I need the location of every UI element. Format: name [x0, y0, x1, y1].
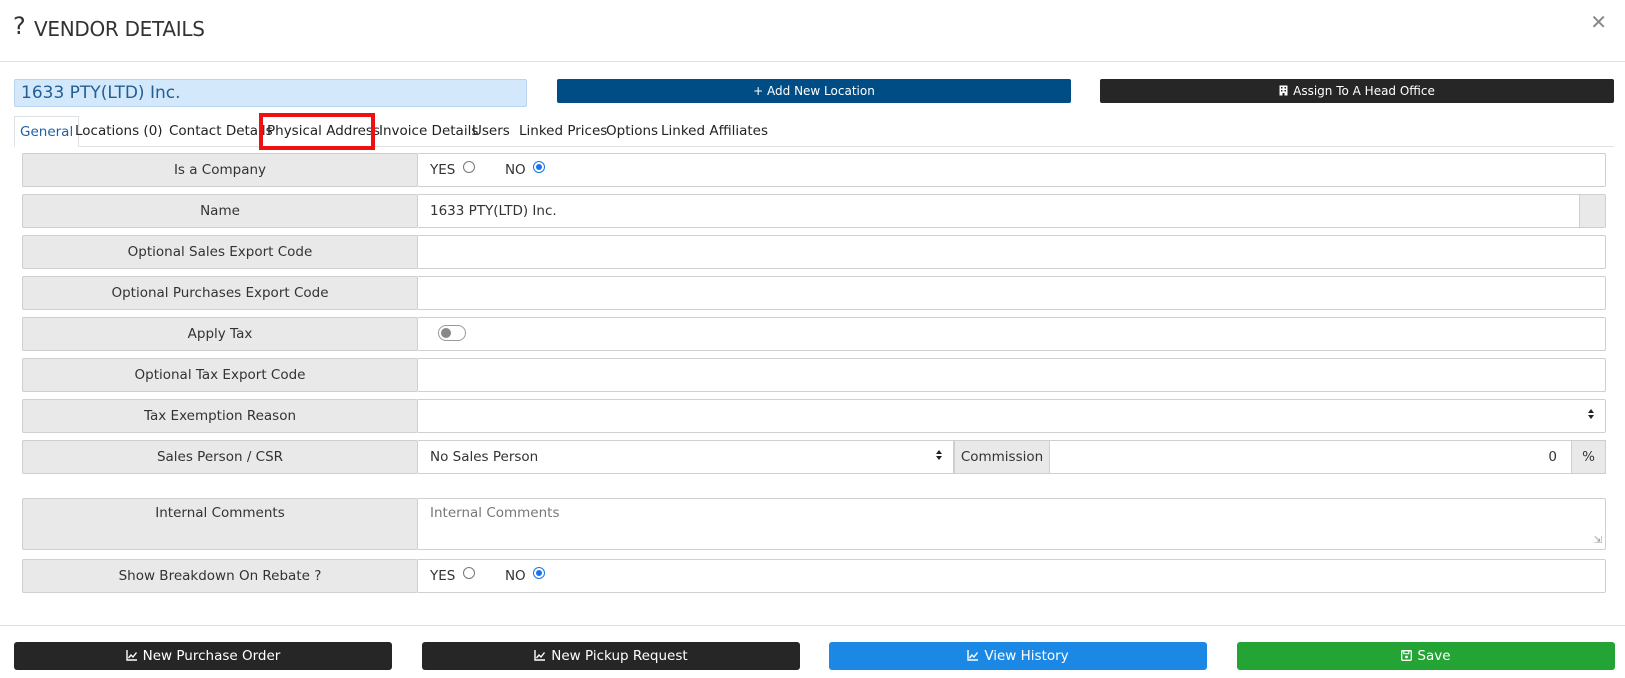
name-label: Name	[22, 194, 418, 228]
show-breakdown-no-radio[interactable]	[532, 567, 545, 579]
row-sales-export-code: Optional Sales Export Code	[22, 235, 1606, 269]
sales-export-code-label: Optional Sales Export Code	[22, 235, 418, 269]
internal-comments-label: Internal Comments	[22, 498, 418, 550]
row-tax-export-code: Optional Tax Export Code	[22, 358, 1606, 392]
tab-linked-prices[interactable]: Linked Prices	[514, 116, 612, 147]
tab-linked-affiliates[interactable]: Linked Affiliates	[656, 116, 773, 147]
select-arrows-icon	[935, 441, 943, 473]
tab-users[interactable]: Users	[467, 116, 515, 147]
chart-line-icon	[534, 642, 546, 670]
view-history-label: View History	[984, 648, 1069, 664]
save-icon	[1401, 642, 1413, 670]
sales-person-label: Sales Person / CSR	[22, 440, 418, 474]
tax-export-code-label: Optional Tax Export Code	[22, 358, 418, 392]
assign-head-office-button[interactable]: Assign To A Head Office	[1100, 79, 1614, 103]
new-purchase-order-button[interactable]: New Purchase Order	[14, 642, 392, 670]
dialog-title: VENDOR DETAILS	[34, 17, 205, 41]
dialog-header: ? VENDOR DETAILS ✕	[0, 0, 1625, 62]
row-show-breakdown: Show Breakdown On Rebate ? YES NO	[22, 559, 1606, 593]
internal-comments-placeholder: Internal Comments	[430, 505, 560, 521]
tax-exemption-reason-select[interactable]	[418, 399, 1606, 433]
assign-head-office-label: Assign To A Head Office	[1293, 84, 1435, 98]
footer-divider	[0, 625, 1625, 626]
tab-bar: General Locations (0) Contact Details Ph…	[14, 113, 1614, 150]
percent-addon: %	[1572, 440, 1606, 474]
sales-export-code-input[interactable]	[418, 235, 1606, 269]
row-name: Name 1633 PTY(LTD) Inc.	[22, 194, 1606, 228]
new-purchase-order-label: New Purchase Order	[142, 648, 281, 664]
row-apply-tax: Apply Tax	[22, 317, 1606, 351]
name-input[interactable]: 1633 PTY(LTD) Inc.	[418, 194, 1606, 228]
row-internal-comments: Internal Comments Internal Comments ⇲	[22, 498, 1606, 550]
is-company-yes-label: YES	[430, 162, 456, 178]
view-history-button[interactable]: View History	[829, 642, 1207, 670]
show-breakdown-yes-label: YES	[430, 568, 456, 584]
row-tax-exemption-reason: Tax Exemption Reason	[22, 399, 1606, 433]
is-company-no-radio[interactable]	[532, 161, 545, 173]
is-company-label: Is a Company	[22, 153, 418, 187]
tab-contact-details[interactable]: Contact Details	[164, 116, 278, 147]
apply-tax-toggle[interactable]	[438, 325, 466, 341]
show-breakdown-radio-group: YES NO	[418, 559, 1606, 593]
apply-tax-label: Apply Tax	[22, 317, 418, 351]
tab-options[interactable]: Options	[601, 116, 663, 147]
row-purchases-export-code: Optional Purchases Export Code	[22, 276, 1606, 310]
show-breakdown-label: Show Breakdown On Rebate ?	[22, 559, 418, 593]
vendor-name-display: 1633 PTY(LTD) Inc.	[14, 79, 527, 107]
commission-label: Commission	[954, 440, 1050, 474]
tab-physical-address[interactable]: Physical Address	[259, 113, 380, 150]
resize-handle-icon[interactable]: ⇲	[1594, 536, 1602, 546]
help-icon[interactable]: ?	[13, 12, 26, 40]
is-company-radio-group: YES NO	[418, 153, 1606, 187]
sales-person-select[interactable]: No Sales Person	[418, 440, 954, 474]
new-pickup-request-label: New Pickup Request	[551, 648, 688, 664]
row-sales-person: Sales Person / CSR No Sales Person Commi…	[22, 440, 1606, 474]
select-arrows-icon	[1587, 400, 1595, 432]
name-value: 1633 PTY(LTD) Inc.	[430, 203, 557, 219]
purchases-export-code-label: Optional Purchases Export Code	[22, 276, 418, 310]
tab-locations[interactable]: Locations (0)	[70, 116, 168, 147]
save-button[interactable]: Save	[1237, 642, 1615, 670]
is-company-no-label: NO	[504, 162, 526, 178]
chart-line-icon	[125, 642, 138, 670]
show-breakdown-yes-radio[interactable]	[462, 567, 475, 579]
row-is-company: Is a Company YES NO	[22, 153, 1606, 187]
save-label: Save	[1417, 648, 1451, 664]
tax-exemption-reason-label: Tax Exemption Reason	[22, 399, 418, 433]
name-addon	[1579, 195, 1605, 227]
internal-comments-textarea[interactable]: Internal Comments ⇲	[418, 498, 1606, 550]
building-icon	[1279, 79, 1288, 103]
chart-line-icon	[967, 642, 979, 670]
close-icon[interactable]: ✕	[1590, 12, 1607, 32]
apply-tax-field	[418, 317, 1606, 351]
is-company-yes-radio[interactable]	[462, 161, 475, 173]
commission-input[interactable]: 0	[1050, 440, 1572, 474]
tax-export-code-input[interactable]	[418, 358, 1606, 392]
purchases-export-code-input[interactable]	[418, 276, 1606, 310]
sales-person-value: No Sales Person	[430, 449, 539, 465]
add-new-location-button[interactable]: + Add New Location	[557, 79, 1071, 103]
new-pickup-request-button[interactable]: New Pickup Request	[422, 642, 800, 670]
show-breakdown-no-label: NO	[504, 568, 526, 584]
